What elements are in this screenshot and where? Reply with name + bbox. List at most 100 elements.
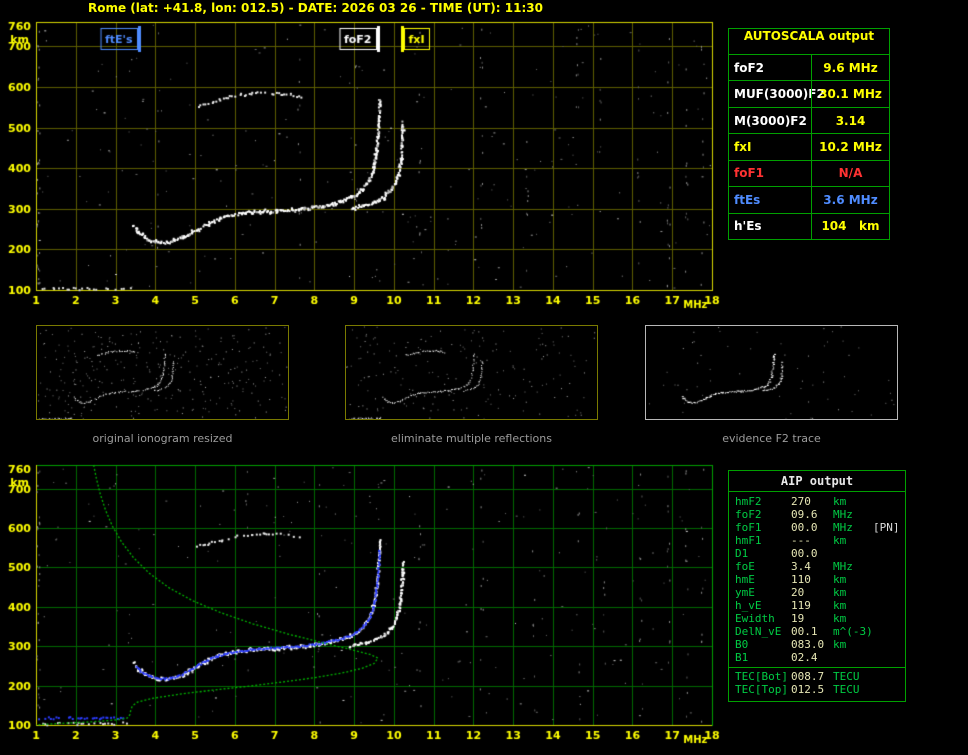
aip-value: 20 [791, 586, 805, 599]
aip-unit: km [833, 638, 847, 651]
aip-row: hmF2 270 km [729, 495, 905, 508]
autoscala-row-6: h'Es 104 km [729, 213, 889, 239]
aip-unit: MHz [833, 508, 853, 521]
aip-unit: MHz [833, 521, 853, 534]
aip-value: 3.4 [791, 560, 811, 573]
autoscala-table-rows: foF2 9.6 MHz MUF(3000)F2 30.1 MHz M(3000)F2 3… [729, 55, 889, 239]
aip-unit: m^(-3) [833, 625, 873, 638]
aip-row: hmE 110 km [729, 573, 905, 586]
aip-row: foE 3.4 MHz [729, 560, 905, 573]
thumbnail-f2trace [645, 325, 898, 420]
aip-value: 110 [791, 573, 811, 586]
aip-row: Ewidth 19 km [729, 612, 905, 625]
aip-param: hmF2 [735, 495, 762, 508]
aip-unit: MHz [833, 560, 853, 573]
aip-param: ymE [735, 586, 755, 599]
thumbnail-caption: original ionogram resized [92, 432, 233, 445]
autoscala-param: h'Es [734, 219, 762, 234]
thumbnail-original-canvas [37, 326, 288, 419]
aip-unit: TECU [833, 683, 860, 696]
aip-unit: TECU [833, 670, 860, 683]
aip-param: DelN_vE [735, 625, 782, 638]
aip-unit: km [833, 612, 847, 625]
aip-param: TEC[Bot] [735, 670, 788, 683]
aip-param: foF1 [735, 521, 762, 534]
autoscala-value: 3.6 MHz [811, 187, 889, 213]
autoscala-window: Rome (lat: +41.8, lon: 012.5) - DATE: 20… [0, 0, 968, 755]
aip-unit: km [833, 573, 847, 586]
autoscala-table-title: AUTOSCALA output [729, 29, 889, 55]
tec-rows: TEC[Bot] 008.7 TECU TEC[Top] 012.5 TECU [729, 670, 905, 696]
aip-param: hmE [735, 573, 755, 586]
autoscala-param: fxI [734, 139, 752, 154]
aip-row: TEC[Top] 012.5 TECU [729, 683, 905, 696]
autoscala-param: foF1 [734, 166, 765, 181]
autoscala-row-5: ftEs 3.6 MHz [729, 187, 889, 214]
aip-value: 119 [791, 599, 811, 612]
aip-value: 00.0 [791, 547, 818, 560]
aip-param: h_vE [735, 599, 762, 612]
aip-value: 012.5 [791, 683, 825, 696]
aip-extra: [PN] [873, 521, 900, 534]
aip-param: foF2 [735, 508, 762, 521]
aip-value: 00.1 [791, 625, 818, 638]
aip-param: B0 [735, 638, 749, 651]
autoscala-value: 30.1 MHz [811, 81, 889, 107]
autoscala-row-2: M(3000)F2 3.14 [729, 107, 889, 135]
aip-unit: km [833, 534, 847, 547]
autoscala-value: N/A [811, 160, 889, 187]
autoscala-row-4: foF1 N/A [729, 160, 889, 188]
aip-row: D1 00.0 [729, 547, 905, 560]
thumbnail-filtered-canvas [346, 326, 597, 419]
aip-param: D1 [735, 547, 749, 560]
autoscala-output-table: AUTOSCALA output foF2 9.6 MHz MUF(3000)F2 3… [728, 28, 890, 240]
aip-row: TEC[Bot] 008.7 TECU [729, 670, 905, 683]
autoscala-row-3: fxI 10.2 MHz [729, 134, 889, 161]
aip-table-title: AIP output [780, 474, 854, 488]
aip-row: B1 02.4 [729, 651, 905, 664]
autoscala-param: MUF(3000)F2 [734, 87, 825, 102]
aip-value: 00.0 [791, 521, 818, 534]
aip-param: foE [735, 560, 755, 573]
aip-param: Ewidth [735, 612, 775, 625]
aip-value: 09.6 [791, 508, 818, 521]
aip-row: foF1 00.0 MHz [PN] [729, 521, 905, 534]
aip-row: B0 083.0 km [729, 638, 905, 651]
aip-value: --- [791, 534, 811, 547]
station-header: Rome (lat: +41.8, lon: 012.5) - DATE: 20… [88, 1, 543, 15]
aip-value: 02.4 [791, 651, 818, 664]
autoscala-row-1: MUF(3000)F2 30.1 MHz [729, 81, 889, 108]
thumbnail-original [36, 325, 289, 420]
thumbnail-filtered [345, 325, 598, 420]
aip-value: 270 [791, 495, 811, 508]
aip-row: DelN_vE 00.1 m^(-3) [729, 625, 905, 638]
thumbnail-f2trace-canvas [646, 326, 897, 419]
aip-table-rows: hmF2 270 km foF2 09.6 MHz foF1 00.0 MHz [PN] hmF1 -… [729, 495, 905, 664]
aip-row: ymE 20 km [729, 586, 905, 599]
autoscala-param: M(3000)F2 [734, 113, 807, 128]
aip-param: hmF1 [735, 534, 762, 547]
autoscala-value: 104 km [811, 213, 889, 239]
autoscala-value: 10.2 MHz [811, 134, 889, 160]
aip-param: TEC[Top] [735, 683, 788, 696]
aip-value: 083.0 [791, 638, 825, 651]
aip-unit: km [833, 599, 847, 612]
aip-unit [833, 547, 873, 560]
bottom-profile-plot [0, 460, 725, 755]
aip-row: h_vE 119 km [729, 599, 905, 612]
autoscala-param: foF2 [734, 60, 765, 75]
aip-unit: km [833, 495, 847, 508]
aip-row: foF2 09.6 MHz [729, 508, 905, 521]
aip-row: hmF1 --- km [729, 534, 905, 547]
tec-divider [729, 667, 905, 668]
aip-unit [833, 651, 873, 664]
aip-value: 19 [791, 612, 805, 625]
autoscala-row-0: foF2 9.6 MHz [729, 55, 889, 82]
thumbnail-caption: eliminate multiple reflections [391, 432, 552, 445]
thumbnail-caption: evidence F2 trace [722, 432, 821, 445]
aip-unit: km [833, 586, 847, 599]
autoscala-param: ftEs [734, 192, 761, 207]
top-ionogram-plot [0, 18, 725, 315]
aip-value: 008.7 [791, 670, 825, 683]
autoscala-value: 3.14 [811, 107, 889, 134]
